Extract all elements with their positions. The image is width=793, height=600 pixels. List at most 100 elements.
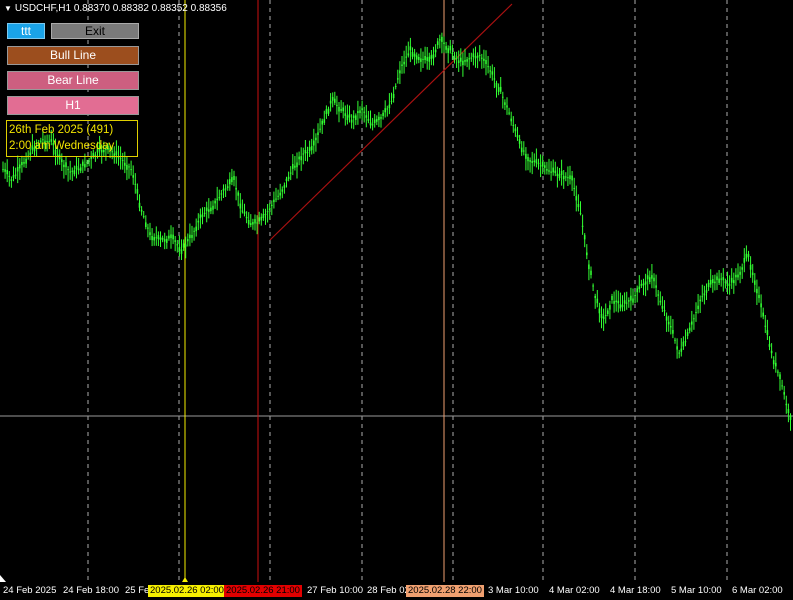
candle-body <box>386 108 389 110</box>
candle-body <box>161 237 164 240</box>
candle-body <box>764 325 767 327</box>
candle-body <box>693 318 695 320</box>
candle-body <box>615 300 617 303</box>
bull-line-button[interactable]: Bull Line <box>7 46 139 65</box>
candle-body <box>745 253 748 259</box>
candle-body <box>241 210 244 212</box>
x-axis-label: 27 Feb 10:00 <box>307 585 363 596</box>
candle-body <box>451 52 454 54</box>
candle-body <box>754 280 756 285</box>
trend-line <box>269 3 513 241</box>
candle-body <box>392 94 395 99</box>
candle-body <box>176 244 179 246</box>
candle-body <box>707 282 710 288</box>
candle-body <box>558 174 561 179</box>
ttt-button[interactable]: ttt <box>7 23 45 39</box>
candle-body <box>474 56 477 59</box>
candle-body <box>705 290 708 293</box>
candle-body <box>130 169 132 171</box>
candle-body <box>756 288 758 294</box>
candle-body <box>331 96 334 101</box>
candle-body <box>281 189 284 192</box>
candle-body <box>697 305 699 309</box>
symbol-label: USDCHF,H1 <box>14 3 72 14</box>
candle-body <box>346 115 349 121</box>
candle-body <box>426 57 428 61</box>
candle-body <box>363 111 365 113</box>
candle-body <box>411 52 414 57</box>
candle-body <box>703 293 706 296</box>
candle-body <box>676 346 678 350</box>
candle-body <box>388 104 391 109</box>
exit-button[interactable]: Exit <box>51 23 139 39</box>
candle-body <box>287 176 290 179</box>
candle-body <box>88 160 90 162</box>
caret-down-icon[interactable]: ▼ <box>4 4 12 13</box>
candle-body <box>352 115 355 118</box>
candle-body <box>428 56 431 62</box>
candle-body <box>602 316 605 319</box>
timeframe-button[interactable]: H1 <box>7 96 139 115</box>
candle-body <box>418 57 420 60</box>
candle-body <box>457 60 460 63</box>
x-axis-label: 28 Feb 02 <box>367 585 410 596</box>
candle-body <box>373 119 376 124</box>
candle-body <box>497 87 500 92</box>
info-date: 26th Feb 2025 (491) <box>9 124 114 136</box>
candle-body <box>235 187 237 190</box>
candle-body <box>19 164 21 169</box>
candle-body <box>119 158 122 160</box>
candle-body <box>607 310 609 314</box>
candle-body <box>701 296 704 298</box>
candle-body <box>77 168 80 171</box>
candle-body <box>4 169 6 172</box>
candle-body <box>554 170 557 173</box>
candle-body <box>205 207 208 212</box>
candle-body <box>436 41 439 46</box>
candle-body <box>722 277 725 281</box>
candle-body <box>661 306 664 309</box>
candle-body <box>315 137 317 141</box>
candle-body <box>766 330 769 335</box>
x-axis-label: 6 Mar 02:00 <box>732 585 783 596</box>
candle-body <box>741 267 743 270</box>
candle-body <box>434 49 437 53</box>
candle-body <box>464 60 466 62</box>
candle-body <box>577 204 580 208</box>
candle-body <box>789 415 792 420</box>
bear-line-button[interactable]: Bear Line <box>7 71 139 90</box>
candle-body <box>785 403 788 406</box>
candle-body <box>512 124 515 126</box>
candle-body <box>619 304 622 309</box>
candle-body <box>294 165 296 168</box>
candle-body <box>720 278 722 280</box>
candle-body <box>609 305 611 310</box>
candle-body <box>751 272 754 276</box>
candle-body <box>208 209 210 212</box>
candle-body <box>588 264 590 270</box>
candle-body <box>712 279 714 283</box>
price-chart[interactable] <box>0 0 793 600</box>
candle-body <box>376 119 378 122</box>
candle-body <box>695 312 697 313</box>
candle-body <box>289 172 292 174</box>
candle-body <box>604 315 607 316</box>
candle-body <box>762 312 764 317</box>
candle-body <box>277 195 279 197</box>
candle-body <box>378 116 380 121</box>
candle-body <box>768 344 771 347</box>
x-axis-tag-orange: 2025.02.28 22:00 <box>406 585 484 597</box>
candle-body <box>134 183 137 185</box>
candle-body <box>71 170 74 172</box>
candle-body <box>775 362 777 367</box>
x-axis-label: 4 Mar 18:00 <box>610 585 661 596</box>
candle-body <box>535 159 538 164</box>
candle-body <box>514 128 517 132</box>
candle-body <box>384 108 386 113</box>
candle-body <box>665 316 668 321</box>
candle-body <box>617 300 620 304</box>
candle-body <box>12 175 15 178</box>
candle-body <box>562 175 565 180</box>
candle-body <box>653 277 655 282</box>
candle-body <box>258 217 260 222</box>
